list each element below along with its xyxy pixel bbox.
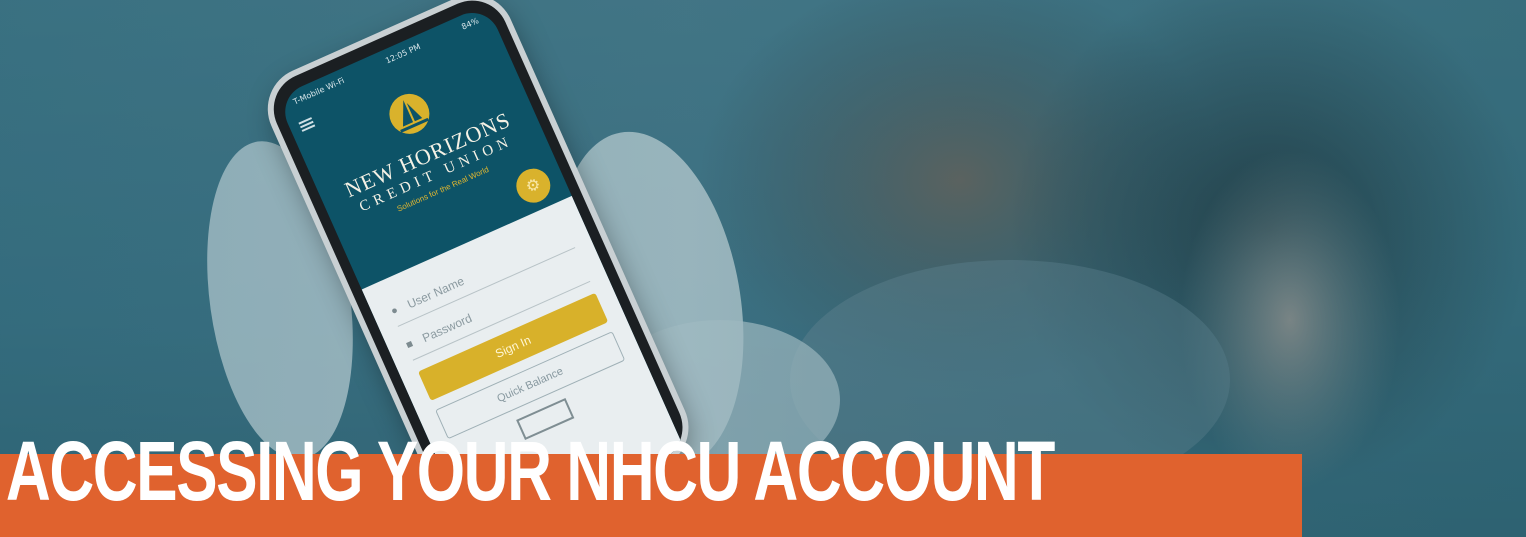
username-placeholder: User Name [405, 273, 467, 312]
sailboat-icon [389, 93, 430, 134]
password-placeholder: Password [420, 310, 475, 346]
gear-icon[interactable]: ⚙ [510, 163, 556, 209]
time-label: 12:05 PM [383, 41, 422, 66]
battery-label: 84% [459, 15, 480, 32]
page-title: ACCESSING YOUR NHCU ACCOUNT [5, 424, 1055, 518]
carrier-label: T-Mobile Wi-Fi [291, 75, 346, 107]
hero-banner: T-Mobile Wi-Fi 12:05 PM 84% NEW HORIZONS… [0, 0, 1526, 537]
hamburger-menu-icon[interactable] [298, 115, 316, 133]
